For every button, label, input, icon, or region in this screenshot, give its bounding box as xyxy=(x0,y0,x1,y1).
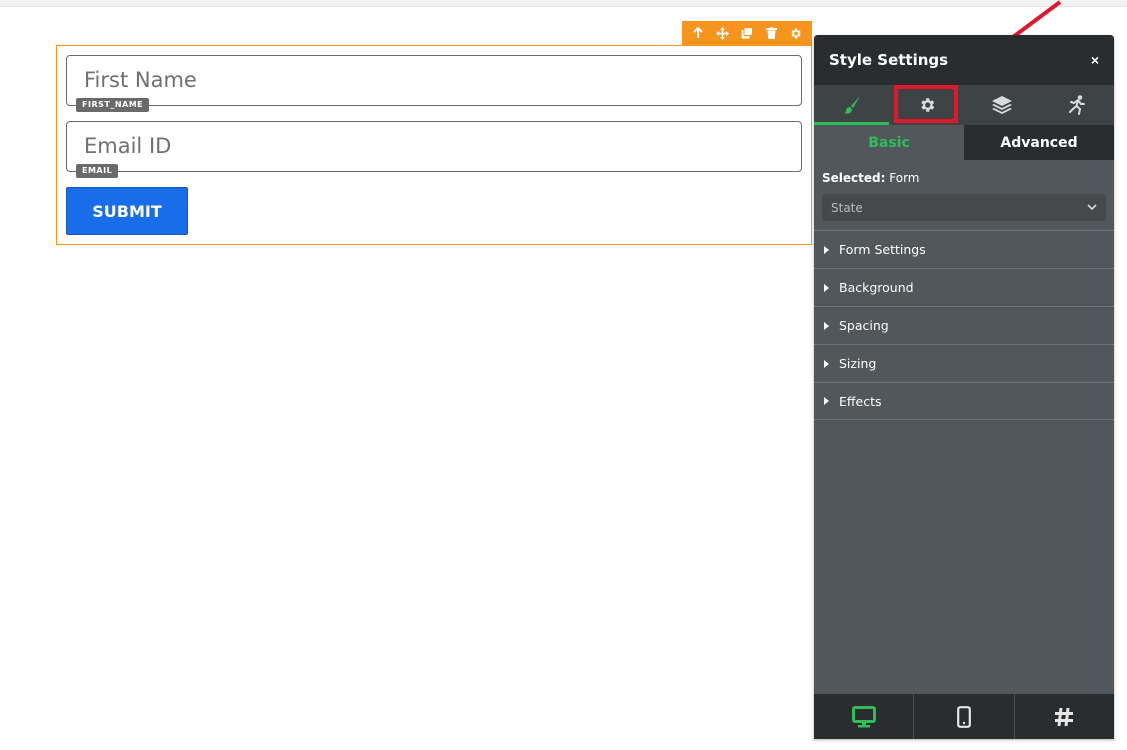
section-label: Spacing xyxy=(839,318,889,333)
section-form-settings[interactable]: Form Settings xyxy=(814,230,1114,268)
section-label: Background xyxy=(839,280,914,295)
tab-style[interactable] xyxy=(814,85,889,125)
animation-icon xyxy=(1068,95,1085,115)
duplicate-icon[interactable] xyxy=(738,24,756,42)
element-toolbar xyxy=(682,21,812,45)
email-placeholder: Email ID xyxy=(84,134,172,158)
panel-title: Style Settings xyxy=(829,51,949,69)
state-select-value: State xyxy=(831,200,863,215)
close-button[interactable]: × xyxy=(1091,52,1099,68)
section-sizing[interactable]: Sizing xyxy=(814,344,1114,382)
tab-animation[interactable] xyxy=(1039,85,1114,125)
form-block[interactable]: First Name FIRST_NAME Email ID EMAIL SUB… xyxy=(56,45,812,245)
tab-layers[interactable] xyxy=(964,85,1039,125)
first-name-placeholder: First Name xyxy=(84,68,197,92)
caret-right-icon xyxy=(824,397,829,405)
section-background[interactable]: Background xyxy=(814,268,1114,306)
panel-header: Style Settings × xyxy=(814,35,1114,85)
section-label: Sizing xyxy=(839,356,877,371)
subtabs: Basic Advanced xyxy=(814,125,1114,160)
section-spacing[interactable]: Spacing xyxy=(814,306,1114,344)
gear-icon xyxy=(920,98,934,112)
tab-advanced[interactable]: Advanced xyxy=(964,125,1114,160)
selected-indicator: Selected: Form xyxy=(822,171,919,185)
paintbrush-icon xyxy=(843,96,860,114)
desktop-icon xyxy=(851,705,876,727)
mobile-icon xyxy=(957,705,971,728)
submit-button[interactable]: SUBMIT xyxy=(66,187,188,235)
selected-label: Selected: xyxy=(822,171,886,185)
state-select[interactable]: State xyxy=(822,194,1106,221)
hash-icon xyxy=(1055,707,1074,726)
email-field[interactable]: Email ID xyxy=(66,121,802,172)
caret-right-icon xyxy=(824,283,829,292)
email-tag: EMAIL xyxy=(76,164,119,178)
device-mobile-button[interactable] xyxy=(914,694,1015,739)
first-name-field[interactable]: First Name xyxy=(66,55,802,106)
device-desktop-button[interactable] xyxy=(814,694,915,739)
tab-settings[interactable] xyxy=(889,85,964,125)
tab-basic[interactable]: Basic xyxy=(814,125,964,160)
trash-icon[interactable] xyxy=(762,24,780,42)
style-settings-panel: Style Settings × Basic Advanced Selected… xyxy=(814,35,1114,739)
chevron-down-icon xyxy=(1087,204,1097,211)
caret-right-icon xyxy=(824,245,829,254)
first-name-tag: FIRST_NAME xyxy=(76,98,150,112)
section-label: Form Settings xyxy=(839,242,926,257)
device-custom-button[interactable] xyxy=(1015,694,1114,739)
move-icon[interactable] xyxy=(714,24,732,42)
layers-icon xyxy=(991,96,1012,114)
device-bar xyxy=(814,694,1114,739)
caret-right-icon xyxy=(824,321,829,330)
selected-value: Form xyxy=(889,171,920,185)
gear-icon[interactable] xyxy=(787,24,805,42)
top-bar xyxy=(0,0,1127,7)
section-effects[interactable]: Effects xyxy=(814,382,1114,420)
icon-tabs xyxy=(814,85,1114,125)
section-label: Effects xyxy=(839,393,882,409)
arrow-up-icon[interactable] xyxy=(689,24,707,42)
settings-sections: Form Settings Background Spacing Sizing … xyxy=(814,230,1114,420)
caret-right-icon xyxy=(824,359,829,368)
